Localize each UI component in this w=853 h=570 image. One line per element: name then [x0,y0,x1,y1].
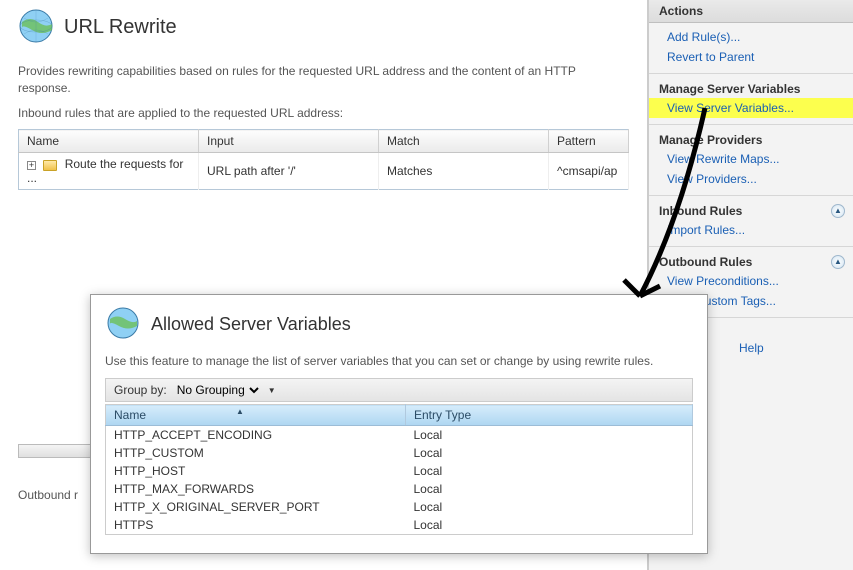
col-pattern[interactable]: Pattern [549,130,629,153]
globe-icon [18,8,54,47]
chevron-up-icon[interactable]: ▲ [831,255,845,269]
var-name: HTTP_ACCEPT_ENCODING [106,426,406,445]
var-entry-type: Local [406,516,693,535]
var-name: HTTPS [106,516,406,535]
folder-icon [43,160,57,171]
import-rules-link[interactable]: Import Rules... [649,220,853,240]
var-name: HTTP_HOST [106,462,406,480]
manage-providers-header: Manage Providers [649,129,853,149]
server-variables-table[interactable]: Name▲ Entry Type HTTP_ACCEPT_ENCODINGLoc… [105,404,693,535]
globe-icon [105,305,141,344]
inbound-rules-table[interactable]: Name Input Match Pattern + Route the req… [18,129,629,190]
sort-asc-icon: ▲ [236,407,244,416]
col-name[interactable]: Name [19,130,199,153]
dropdown-icon[interactable]: ▼ [268,386,276,395]
outbound-rules-header: Outbound Rules ▲ [649,251,853,271]
view-preconditions-link[interactable]: View Preconditions... [649,271,853,291]
table-row[interactable]: HTTP_CUSTOMLocal [106,444,693,462]
actions-header: Actions [649,0,853,23]
groupby-select[interactable]: No Grouping [173,382,262,398]
add-rules-link[interactable]: Add Rule(s)... [649,27,853,47]
inbound-rules-header: Inbound Rules ▲ [649,200,853,220]
overlay-title: Allowed Server Variables [151,314,351,335]
var-entry-type: Local [406,426,693,445]
allowed-server-variables-panel: Allowed Server Variables Use this featur… [90,294,708,554]
col-var-name[interactable]: Name▲ [106,405,406,426]
rule-input: URL path after '/' [199,153,379,190]
overlay-title-row: Allowed Server Variables [105,305,693,344]
revert-to-parent-link[interactable]: Revert to Parent [649,47,853,67]
var-name: HTTP_CUSTOM [106,444,406,462]
groupby-label: Group by: [114,383,167,397]
var-name: HTTP_MAX_FORWARDS [106,480,406,498]
col-entry-type[interactable]: Entry Type [406,405,693,426]
var-name: HTTP_X_ORIGINAL_SERVER_PORT [106,498,406,516]
title-row: URL Rewrite [18,8,629,47]
var-entry-type: Local [406,480,693,498]
rule-pattern: ^cmsapi/ap [549,153,629,190]
view-server-variables-link[interactable]: View Server Variables... [649,98,853,118]
view-providers-link[interactable]: View Providers... [649,169,853,189]
var-entry-type: Local [406,498,693,516]
page-description: Provides rewriting capabilities based on… [18,63,629,97]
var-entry-type: Local [406,462,693,480]
col-input[interactable]: Input [199,130,379,153]
table-row[interactable]: HTTP_X_ORIGINAL_SERVER_PORTLocal [106,498,693,516]
view-rewrite-maps-link[interactable]: View Rewrite Maps... [649,149,853,169]
var-entry-type: Local [406,444,693,462]
table-row[interactable]: HTTP_MAX_FORWARDSLocal [106,480,693,498]
expand-icon[interactable]: + [27,161,36,170]
col-match[interactable]: Match [379,130,549,153]
groupby-toolbar: Group by: No Grouping ▼ [105,378,693,402]
inbound-rules-label: Inbound rules that are applied to the re… [18,105,629,122]
rule-match: Matches [379,153,549,190]
outbound-rules-text: Outbound Rules [659,255,752,269]
manage-server-variables-header: Manage Server Variables [649,78,853,98]
table-row[interactable]: HTTP_HOSTLocal [106,462,693,480]
page-title: URL Rewrite [64,16,177,39]
table-row[interactable]: HTTPSLocal [106,516,693,535]
outbound-rules-label: Outbound r [18,488,78,502]
overlay-description: Use this feature to manage the list of s… [105,354,693,368]
table-row[interactable]: + Route the requests for ... URL path af… [19,153,629,190]
chevron-up-icon[interactable]: ▲ [831,204,845,218]
table-row[interactable]: HTTP_ACCEPT_ENCODINGLocal [106,426,693,445]
inbound-rules-text: Inbound Rules [659,204,742,218]
